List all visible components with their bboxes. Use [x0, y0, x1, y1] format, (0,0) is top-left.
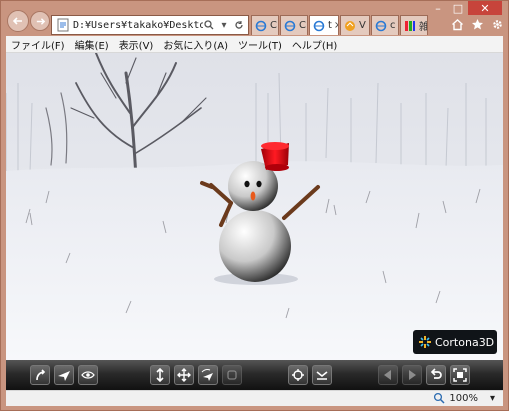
align-floor-icon	[316, 371, 328, 380]
forward-button[interactable]	[30, 11, 50, 31]
zoom-level: 100%	[449, 392, 478, 404]
previous-viewpoint-button[interactable]	[378, 365, 398, 385]
menu-file[interactable]: ファイル(F)	[6, 37, 70, 52]
roll-button[interactable]	[222, 365, 242, 385]
cortona3d-logo: Cortona3D	[413, 330, 497, 354]
menu-tools[interactable]: ツール(T)	[233, 37, 287, 52]
browser-window: D:¥Users¥takako¥Desktop¥test.wrl ▾ C C t…	[0, 0, 509, 411]
target-crosshair-icon	[292, 369, 304, 381]
browser-tools	[450, 17, 504, 31]
ie-icon	[313, 20, 325, 31]
cortona-brand-text: Cortona3D	[435, 335, 495, 349]
tab-strip: C C t × V c 雑	[251, 15, 429, 35]
move-cross-icon	[177, 368, 191, 382]
tab-2[interactable]: C	[280, 15, 308, 35]
menu-edit[interactable]: 編集(E)	[70, 37, 114, 52]
colorful-site-icon	[405, 20, 415, 31]
close-button[interactable]: ✕	[468, 1, 502, 15]
fly-mode-button[interactable]	[54, 365, 74, 385]
walk-mode-button[interactable]	[30, 365, 50, 385]
undo-curve-icon	[430, 368, 442, 379]
triangle-right-icon	[409, 370, 416, 380]
tab-label: c	[390, 20, 396, 31]
vrml-viewport[interactable]: Cortona3D	[6, 53, 503, 360]
roll-icon	[227, 370, 237, 380]
viewer-tab-icon	[345, 20, 355, 31]
tab-6[interactable]: 雑	[400, 15, 428, 35]
eye-icon	[81, 371, 95, 379]
ie-icon	[375, 20, 387, 31]
turn-button[interactable]	[198, 365, 218, 385]
carrot-nose	[250, 191, 256, 201]
menu-view[interactable]: 表示(V)	[114, 37, 159, 52]
plan-button[interactable]	[150, 365, 170, 385]
window-controls: – □ ✕	[428, 1, 502, 15]
tab-4[interactable]: V	[340, 15, 370, 35]
favorites-star-icon[interactable]	[470, 17, 484, 31]
winter-scene	[6, 53, 503, 360]
tab-1[interactable]: C	[251, 15, 279, 35]
right-eye	[256, 180, 262, 188]
address-bar[interactable]: D:¥Users¥takako¥Desktop¥test.wrl ▾	[51, 15, 249, 35]
tab-5[interactable]: c	[371, 15, 399, 35]
zoom-control[interactable]: 100% ▾	[433, 392, 495, 404]
settings-gear-icon[interactable]	[490, 17, 504, 31]
zoom-magnifier-icon	[434, 392, 445, 404]
dropdown-chevron-icon[interactable]: ▾	[218, 19, 230, 31]
align-button[interactable]	[312, 365, 332, 385]
tab-label: C	[270, 20, 277, 31]
maximize-button[interactable]: □	[448, 1, 468, 15]
fit-frame-icon	[453, 368, 467, 382]
zoom-dropdown-icon[interactable]: ▾	[490, 393, 495, 404]
menu-favorites[interactable]: お気に入り(A)	[158, 37, 233, 52]
title-bar: D:¥Users¥takako¥Desktop¥test.wrl ▾ C C t…	[1, 1, 509, 35]
cortona-logo-icon	[419, 336, 431, 348]
ie-icon	[255, 20, 267, 31]
tab-label: 雑	[419, 22, 428, 33]
cortona-navigation-toolbar	[6, 360, 503, 390]
ie-icon	[284, 20, 296, 31]
search-icon[interactable]	[203, 19, 215, 31]
forward-arrow-icon	[36, 17, 45, 25]
url-text: D:¥Users¥takako¥Desktop¥test.wrl	[73, 19, 203, 31]
tab-active[interactable]: t ×	[309, 15, 339, 35]
tab-label: V	[359, 20, 366, 31]
walk-icon	[36, 369, 46, 381]
restore-button[interactable]	[426, 365, 446, 385]
left-eye	[244, 180, 250, 188]
menu-help[interactable]: ヘルプ(H)	[287, 37, 342, 52]
pan-button[interactable]	[174, 365, 194, 385]
fly-plane-icon	[58, 371, 70, 381]
tab-label: C	[299, 20, 306, 31]
tab-label: t	[328, 20, 332, 31]
back-arrow-icon	[12, 17, 22, 25]
triangle-left-icon	[384, 370, 391, 380]
study-mode-button[interactable]	[78, 365, 98, 385]
up-down-arrows-icon	[156, 368, 164, 382]
back-button[interactable]	[7, 10, 29, 32]
minimize-button[interactable]: –	[428, 1, 448, 15]
status-bar: 100% ▾	[6, 390, 503, 406]
fit-button[interactable]	[450, 365, 470, 385]
refresh-icon[interactable]	[233, 19, 245, 31]
page-icon	[57, 18, 69, 32]
next-viewpoint-button[interactable]	[402, 365, 422, 385]
snowman-body	[219, 210, 291, 282]
home-icon[interactable]	[450, 17, 464, 31]
menu-bar: ファイル(F) 編集(E) 表示(V) お気に入り(A) ツール(T) ヘルプ(…	[6, 36, 503, 53]
goto-button[interactable]	[288, 365, 308, 385]
turn-plane-icon	[201, 369, 213, 381]
tab-close-icon[interactable]: ×	[334, 20, 338, 31]
